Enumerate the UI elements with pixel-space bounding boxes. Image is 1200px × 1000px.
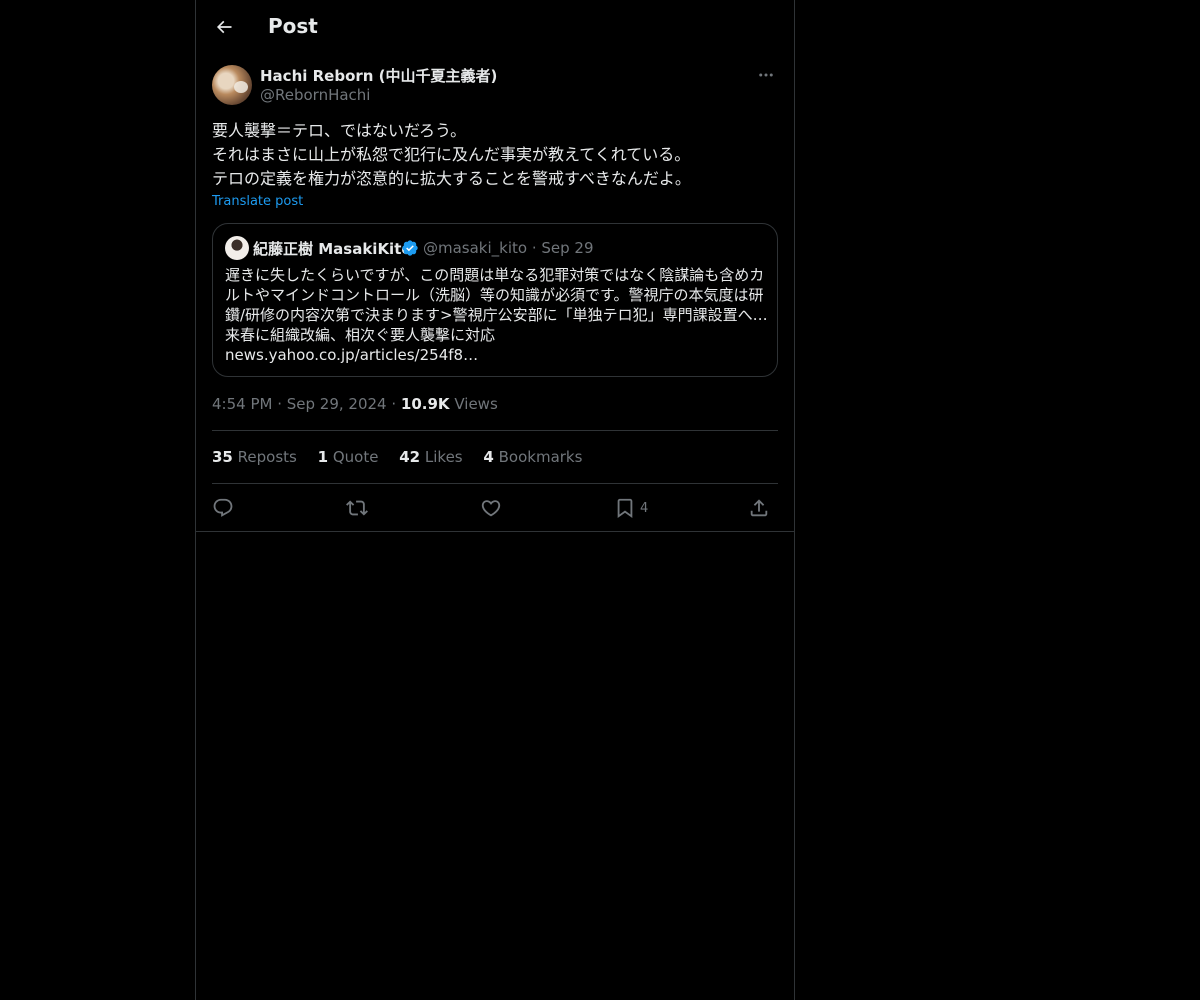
verified-badge-icon bbox=[402, 240, 418, 256]
share-icon bbox=[750, 499, 768, 517]
quote-avatar bbox=[225, 236, 249, 260]
post-text-line: テロの定義を権力が恣意的に拡大することを警戒すべきなんだよ。 bbox=[212, 169, 691, 188]
likes-label: Likes bbox=[424, 448, 463, 466]
post-time[interactable]: 4:54 PM bbox=[212, 395, 272, 413]
action-bar: 4 bbox=[212, 494, 778, 522]
quote-text-line: 鑽/研修の内容次第で決まります>警視庁公安部に「単独テロ犯」専門課設置へ… bbox=[225, 306, 767, 324]
views-count: 10.9K bbox=[400, 395, 450, 413]
quote-author-name: 紀藤正樹 MasakiKito bbox=[253, 240, 412, 258]
back-arrow-icon bbox=[216, 20, 232, 34]
reposts-stat[interactable]: 35 Reposts bbox=[212, 448, 297, 466]
bookmarks-label: Bookmarks bbox=[498, 448, 583, 466]
quote-text-line: 遅きに失したくらいですが、この問題は単なる犯罪対策ではなく陰謀論も含めカ bbox=[225, 266, 765, 284]
bookmark-button[interactable]: 4 bbox=[614, 494, 648, 522]
bookmark-icon bbox=[617, 498, 633, 519]
reply-icon bbox=[213, 498, 233, 517]
author-handle[interactable]: @RebornHachi bbox=[260, 86, 370, 104]
repost-button[interactable] bbox=[346, 494, 368, 522]
page-title: Post bbox=[268, 14, 318, 38]
divider bbox=[196, 531, 794, 532]
post-meta: 4:54 PM · Sep 29, 2024 · 10.9K Views bbox=[212, 395, 498, 413]
quoted-post[interactable]: 紀藤正樹 MasakiKito @masaki_kito · Sep 29 遅き… bbox=[212, 223, 778, 377]
share-button[interactable] bbox=[748, 494, 770, 522]
avatar[interactable] bbox=[212, 65, 252, 105]
reposts-label: Reposts bbox=[237, 448, 297, 466]
quote-text: 遅きに失したくらいですが、この問題は単なる犯罪対策ではなく陰謀論も含めカ ルトや… bbox=[225, 265, 767, 365]
quote-author-handle: @masaki_kito · Sep 29 bbox=[423, 239, 594, 257]
quotes-stat[interactable]: 1 Quote bbox=[318, 448, 379, 466]
post-text-line: それはまさに山上が私怨で犯行に及んだ事実が教えてくれている。 bbox=[212, 145, 691, 164]
bookmarks-stat[interactable]: 4 Bookmarks bbox=[483, 448, 582, 466]
reply-button[interactable] bbox=[212, 494, 234, 522]
likes-count: 42 bbox=[399, 448, 421, 466]
views-label: Views bbox=[454, 395, 498, 413]
post-date[interactable]: Sep 29, 2024 bbox=[287, 395, 387, 413]
quotes-count: 1 bbox=[317, 448, 329, 466]
quote-text-line: ルトやマインドコントロール（洗脳）等の知識が必須です。警視庁の本気度は研 bbox=[225, 286, 764, 304]
post-stats: 35 Reposts 1 Quote 42 Likes 4 Bookmarks bbox=[212, 448, 598, 466]
divider bbox=[212, 430, 778, 431]
back-button[interactable] bbox=[208, 11, 240, 43]
quote-date: Sep 29 bbox=[541, 239, 594, 257]
more-icon bbox=[759, 73, 773, 77]
quote-handle: @masaki_kito bbox=[423, 239, 528, 257]
reposts-count: 35 bbox=[212, 448, 233, 466]
translate-post-link[interactable]: Translate post bbox=[212, 194, 303, 209]
like-icon bbox=[481, 500, 501, 517]
post-text: 要人襲撃＝テロ、ではないだろう。 それはまさに山上が私怨で犯行に及んだ事実が教え… bbox=[212, 119, 778, 191]
bookmarks-count: 4 bbox=[483, 448, 494, 466]
like-button[interactable] bbox=[480, 494, 502, 522]
post-author: Hachi Reborn (中山千夏主義者) @RebornHachi bbox=[212, 64, 778, 108]
quote-link[interactable]: news.yahoo.co.jp/articles/254f8… bbox=[225, 345, 767, 365]
quote-text-line: 来春に組織改編、相次ぐ要人襲撃に対応 bbox=[225, 326, 496, 344]
more-button[interactable] bbox=[754, 64, 778, 86]
author-name[interactable]: Hachi Reborn (中山千夏主義者) bbox=[260, 65, 497, 86]
bookmark-count: 4 bbox=[640, 500, 649, 516]
post-column: Post Hachi Reborn (中山千夏主義者) @RebornHachi… bbox=[195, 0, 795, 1000]
divider bbox=[212, 483, 778, 484]
quotes-label: Quote bbox=[332, 448, 379, 466]
likes-stat[interactable]: 42 Likes bbox=[399, 448, 462, 466]
page-header: Post bbox=[196, 0, 794, 54]
post-text-line: 要人襲撃＝テロ、ではないだろう。 bbox=[212, 121, 467, 140]
repost-icon bbox=[346, 500, 368, 516]
